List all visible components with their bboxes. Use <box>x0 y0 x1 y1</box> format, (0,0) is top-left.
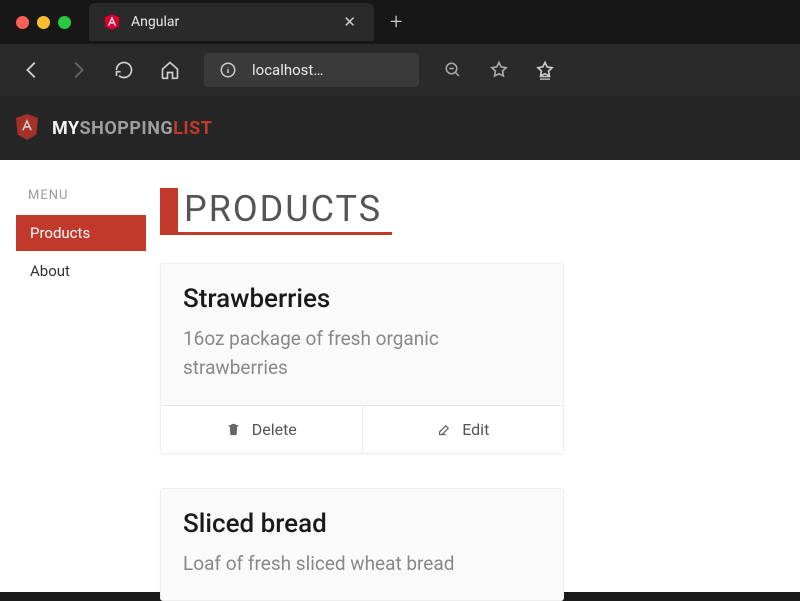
window-controls <box>16 16 71 29</box>
url-text: localhost… <box>252 61 323 79</box>
trash-icon <box>226 421 242 437</box>
nav-bar: localhost… <box>0 44 800 96</box>
window-maximize[interactable] <box>58 16 71 29</box>
new-tab-button[interactable]: + <box>390 10 402 35</box>
product-description: 16oz package of fresh organic strawberri… <box>183 324 541 383</box>
edit-button[interactable]: Edit <box>363 406 564 453</box>
brand-part3: LIST <box>173 118 212 139</box>
page-title-container: PRODUCTS <box>160 188 784 235</box>
tab-bar: Angular ✕ + <box>0 0 800 44</box>
delete-label: Delete <box>252 420 297 439</box>
info-icon[interactable] <box>216 58 240 82</box>
main-content: PRODUCTS Strawberries 16oz package of fr… <box>146 188 784 592</box>
url-bar[interactable]: localhost… <box>204 53 419 87</box>
card-body: Strawberries 16oz package of fresh organ… <box>161 264 563 405</box>
card-actions: Delete Edit <box>161 405 563 453</box>
window-close[interactable] <box>16 16 29 29</box>
menu-heading: MENU <box>16 188 146 203</box>
reload-icon[interactable] <box>112 58 136 82</box>
tab-title: Angular <box>131 14 329 30</box>
sidebar-item-about[interactable]: About <box>16 253 146 289</box>
product-description: Loaf of fresh sliced wheat bread <box>183 549 541 578</box>
home-icon[interactable] <box>158 58 182 82</box>
forward-icon <box>66 58 90 82</box>
window-minimize[interactable] <box>37 16 50 29</box>
browser-chrome: Angular ✕ + localhost… <box>0 0 800 160</box>
product-name: Sliced bread <box>183 509 541 539</box>
close-tab-icon[interactable]: ✕ <box>339 11 360 33</box>
product-card: Sliced bread Loaf of fresh sliced wheat … <box>160 488 564 601</box>
back-icon[interactable] <box>20 58 44 82</box>
browser-tab[interactable]: Angular ✕ <box>89 3 374 41</box>
page-title: PRODUCTS <box>178 188 392 235</box>
product-name: Strawberries <box>183 284 541 314</box>
brand-part1: MY <box>52 118 80 139</box>
favorites-list-icon[interactable] <box>533 58 557 82</box>
sidebar-item-products[interactable]: Products <box>16 215 146 251</box>
favorite-icon[interactable] <box>487 58 511 82</box>
card-body: Sliced bread Loaf of fresh sliced wheat … <box>161 489 563 600</box>
delete-button[interactable]: Delete <box>161 406 363 453</box>
title-accent <box>160 188 178 235</box>
edit-label: Edit <box>462 420 489 439</box>
page-content: MENU Products About PRODUCTS Strawberrie… <box>0 160 800 592</box>
product-card: Strawberries 16oz package of fresh organ… <box>160 263 564 454</box>
brand-text: MYSHOPPINGLIST <box>52 118 212 139</box>
sidebar: MENU Products About <box>16 188 146 592</box>
app-logo-icon <box>14 113 40 143</box>
brand-part2: SHOPPING <box>80 118 174 139</box>
angular-icon <box>103 13 121 31</box>
edit-icon <box>436 421 452 437</box>
zoom-out-icon[interactable] <box>441 58 465 82</box>
app-header: MYSHOPPINGLIST <box>0 96 800 160</box>
